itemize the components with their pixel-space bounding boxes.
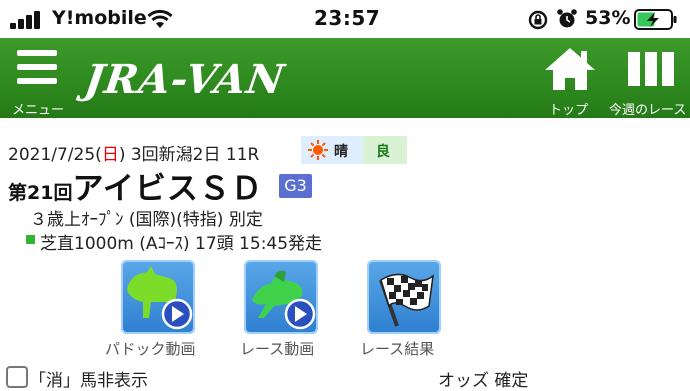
jra-van-logo[interactable]: JRA-VAN <box>82 56 288 103</box>
menu-button[interactable]: メニュー <box>10 44 70 118</box>
paddock-video-label: パドック動画 <box>105 340 196 358</box>
race-result-button[interactable] <box>367 260 441 334</box>
race-edition: 第21回 <box>8 182 73 204</box>
top-button[interactable]: トップ <box>540 46 600 118</box>
track-condition-label: 良 <box>376 144 390 160</box>
race-course-info: 芝直1000m (Aｺｰｽ) 17頭 15:45発走 <box>40 234 323 254</box>
top-label: トップ <box>549 103 589 118</box>
signal-icon <box>10 9 46 29</box>
turf-marker-icon <box>26 235 35 244</box>
race-conditions: ３歳上ｵｰﾌﾟﾝ (国際)(特指) 別定 <box>30 210 263 230</box>
race-result-label: レース結果 <box>360 340 435 358</box>
sun-icon <box>308 140 328 160</box>
race-video-button[interactable] <box>244 260 318 334</box>
rotation-lock-icon <box>528 10 548 30</box>
race-weekday: 日 <box>101 145 119 165</box>
carrier-name: Y!mobile <box>52 7 147 29</box>
race-video-icon <box>252 270 316 330</box>
grade-badge: G3 <box>279 174 312 198</box>
this-week-label: 今週のレース <box>609 103 687 118</box>
race-video-label: レース動画 <box>240 340 315 358</box>
hide-scratched-label: 「消」馬非表示 <box>29 371 148 391</box>
menu-label: メニュー <box>12 103 65 118</box>
wifi-icon <box>147 9 173 28</box>
hamburger-icon <box>17 50 57 56</box>
race-title: 第21回アイビスＳＤ <box>8 163 263 208</box>
battery-charging-icon <box>634 9 677 30</box>
odds-status-label: オッズ 確定 <box>438 371 529 391</box>
battery-percent: 53% <box>585 7 631 29</box>
race-meeting: ) 3回新潟2日 11R <box>118 145 260 165</box>
columns-icon <box>628 52 674 86</box>
weather-label: 晴 <box>334 144 348 160</box>
paddock-video-button[interactable] <box>121 260 195 334</box>
this-week-races-button[interactable]: 今週のレース <box>606 46 690 118</box>
app-header: メニュー JRA-VAN トップ 今週のレース <box>0 38 690 118</box>
checkered-flag-icon <box>379 273 434 327</box>
alarm-icon <box>557 9 577 28</box>
track-condition-badge: 良 <box>363 136 407 164</box>
race-date-line: 2021/7/25(日) 3回新潟2日 11R <box>8 140 259 165</box>
home-icon <box>545 48 595 90</box>
weather-badge: 晴 <box>301 136 363 164</box>
race-name: アイビスＳＤ <box>72 171 263 207</box>
status-bar: Y!mobile 23:57 53% <box>0 0 690 38</box>
race-date: 2021/7/25( <box>8 145 102 165</box>
clock-time: 23:57 <box>314 6 381 30</box>
hide-scratched-checkbox[interactable] <box>6 366 28 388</box>
paddock-video-icon <box>127 266 193 330</box>
